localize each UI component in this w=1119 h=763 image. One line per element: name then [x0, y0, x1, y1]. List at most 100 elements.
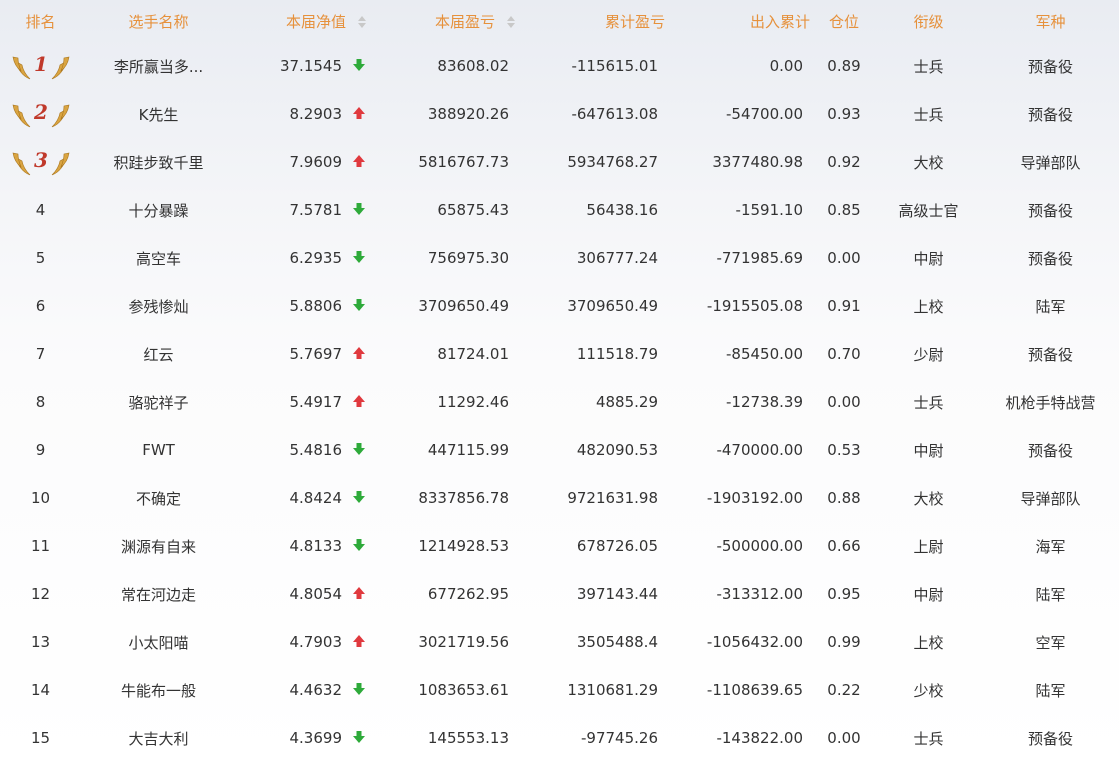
medal-wings-icon: 1: [12, 52, 69, 80]
position-value: 0.91: [827, 297, 861, 315]
flow-value: 0.00: [769, 57, 803, 75]
rank-cell: 10: [30, 489, 51, 507]
branch-value: 陆军: [1035, 297, 1066, 316]
medal-rank-number: 2: [33, 100, 48, 124]
player-name[interactable]: 牛能布一般: [81, 666, 236, 714]
player-name[interactable]: 骆驼祥子: [81, 378, 236, 426]
rank-cell: 3: [0, 138, 81, 186]
trend-up-icon: [353, 155, 365, 167]
branch-value: 海军: [1035, 537, 1066, 556]
branch-value: 预备役: [1027, 441, 1073, 460]
position-value: 0.00: [827, 393, 861, 411]
cum-pnl-value: 56438.16: [586, 201, 658, 219]
nav-value: 4.8133: [289, 537, 343, 555]
nav-value: 8.2903: [289, 105, 343, 123]
table-row[interactable]: 12 常在河边走 4.8054 677262.95 397143.44 -313312.0…: [0, 570, 1119, 618]
player-name[interactable]: 大吉大利: [81, 714, 236, 762]
title-value: 高级士官: [898, 201, 959, 220]
player-name[interactable]: 小太阳喵: [81, 618, 236, 666]
table-row[interactable]: 13 小太阳喵 4.7903 3021719.56 3505488.4 -1056432.…: [0, 618, 1119, 666]
player-name[interactable]: 渊源有自来: [81, 522, 236, 570]
header-pnl-label: 本届盈亏: [434, 12, 495, 31]
cum-pnl-value: 306777.24: [576, 249, 658, 267]
medal-rank-number: 1: [34, 52, 48, 76]
table-row[interactable]: 7 红云 5.7697 81724.01 111518.79 -85450.00 0.70 少…: [0, 330, 1119, 378]
nav-value: 5.7697: [289, 345, 343, 363]
pnl-value: 11292.46: [437, 393, 509, 411]
nav-value: 5.8806: [289, 297, 343, 315]
position-value: 0.85: [827, 201, 861, 219]
nav-cell: 5.4917: [236, 378, 370, 426]
nav-value: 5.4917: [289, 393, 343, 411]
pnl-value: 5816767.73: [418, 153, 509, 171]
nav-value: 7.9609: [289, 153, 343, 171]
player-name[interactable]: 参残惨灿: [81, 282, 236, 330]
header-row: 排名 选手名称 本届净值 本届盈亏 累计盈亏 出入累计 仓位 衔级 军种: [0, 0, 1119, 42]
pnl-value: 65875.43: [437, 201, 509, 219]
table-row[interactable]: 15 大吉大利 4.3699 145553.13 -97745.26 -143822.00…: [0, 714, 1119, 762]
table-row[interactable]: 4 十分暴躁 7.5781 65875.43 56438.16 -1591.10 0.85 高…: [0, 186, 1119, 234]
cum-pnl-value: 111518.79: [576, 345, 658, 363]
table-row[interactable]: 9 FWT 5.4816 447115.99 482090.53 -470000.00 0.…: [0, 426, 1119, 474]
player-name[interactable]: 常在河边走: [81, 570, 236, 618]
cum-pnl-value: 5934768.27: [567, 153, 658, 171]
branch-value: 机枪手特战营: [1005, 393, 1096, 412]
player-name[interactable]: 高空车: [81, 234, 236, 282]
table-row[interactable]: 5 高空车 6.2935 756975.30 306777.24 -771985.69 0.…: [0, 234, 1119, 282]
player-name[interactable]: FWT: [81, 426, 236, 474]
branch-value: 预备役: [1027, 249, 1073, 268]
header-nav-sortable[interactable]: 本届净值: [236, 0, 370, 42]
cum-pnl-value: 3505488.4: [576, 633, 658, 651]
player-name[interactable]: 积跬步致千里: [81, 138, 236, 186]
flow-value: -1591.10: [735, 201, 803, 219]
title-value: 少尉: [913, 345, 944, 364]
sort-icon[interactable]: [507, 16, 515, 28]
table-row[interactable]: 11 渊源有自来 4.8133 1214928.53 678726.05 -500000.…: [0, 522, 1119, 570]
nav-value: 4.8054: [289, 585, 343, 603]
table-row[interactable]: 14 牛能布一般 4.4632 1083653.61 1310681.29 -110863…: [0, 666, 1119, 714]
table-row[interactable]: 8 骆驼祥子 5.4917 11292.46 4885.29 -12738.39 0.00 士…: [0, 378, 1119, 426]
nav-cell: 4.7903: [236, 618, 370, 666]
branch-value: 预备役: [1027, 729, 1073, 748]
header-branch: 军种: [1035, 12, 1066, 31]
branch-value: 陆军: [1035, 681, 1066, 700]
trend-down-icon: [353, 443, 365, 455]
nav-value: 4.8424: [289, 489, 343, 507]
position-value: 0.89: [827, 57, 861, 75]
header-rank: 排名: [25, 12, 56, 31]
pnl-value: 756975.30: [427, 249, 509, 267]
player-name[interactable]: K先生: [81, 90, 236, 138]
nav-cell: 4.4632: [236, 666, 370, 714]
nav-cell: 5.7697: [236, 330, 370, 378]
title-value: 士兵: [913, 57, 944, 76]
table-row[interactable]: 1 李所赢当多... 37.1545 83608.02 -115615.01 0.00 0.…: [0, 42, 1119, 90]
position-value: 0.00: [827, 249, 861, 267]
pnl-value: 8337856.78: [418, 489, 509, 507]
player-name[interactable]: 不确定: [81, 474, 236, 522]
medal-wings-icon: 2: [12, 100, 69, 128]
nav-cell: 6.2935: [236, 234, 370, 282]
cum-pnl-value: 397143.44: [576, 585, 658, 603]
pnl-value: 447115.99: [427, 441, 509, 459]
table-row[interactable]: 3 积跬步致千里 7.9609 5816767.73 5934768.27 3377480…: [0, 138, 1119, 186]
player-name[interactable]: 十分暴躁: [81, 186, 236, 234]
header-pnl-sortable[interactable]: 本届盈亏: [370, 0, 519, 42]
header-position: 仓位: [828, 12, 859, 31]
sort-icon[interactable]: [358, 16, 366, 28]
table-row[interactable]: 6 参残惨灿 5.8806 3709650.49 3709650.49 -1915505.…: [0, 282, 1119, 330]
nav-cell: 4.3699: [236, 714, 370, 762]
trend-down-icon: [353, 203, 365, 215]
nav-value: 4.7903: [289, 633, 343, 651]
table-row[interactable]: 10 不确定 4.8424 8337856.78 9721631.98 -1903192.…: [0, 474, 1119, 522]
table-row[interactable]: 2 K先生 8.2903 388920.26 -647613.08 -54700.00 0.…: [0, 90, 1119, 138]
position-value: 0.92: [827, 153, 861, 171]
player-name[interactable]: 红云: [81, 330, 236, 378]
position-value: 0.70: [827, 345, 861, 363]
title-value: 士兵: [913, 393, 944, 412]
nav-value: 4.4632: [289, 681, 343, 699]
nav-cell: 5.8806: [236, 282, 370, 330]
branch-value: 导弹部队: [1020, 489, 1081, 508]
nav-value: 5.4816: [289, 441, 343, 459]
cum-pnl-value: 482090.53: [576, 441, 658, 459]
player-name[interactable]: 李所赢当多...: [81, 42, 236, 90]
